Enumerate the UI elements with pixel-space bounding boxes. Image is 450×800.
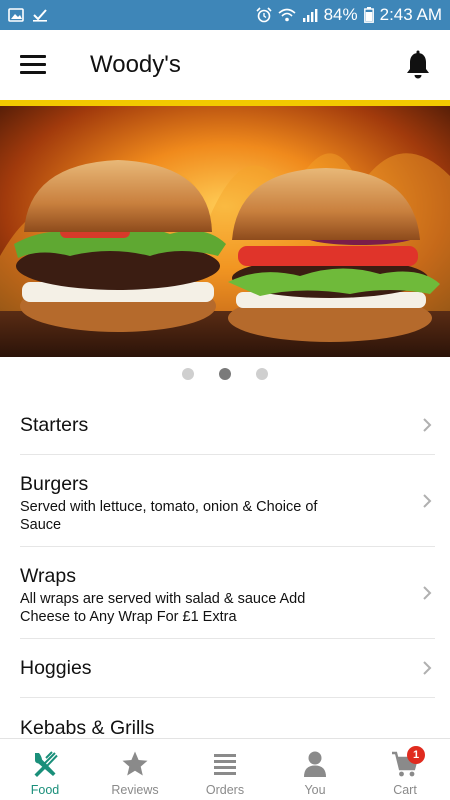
nav-label: Orders (205, 783, 245, 797)
nav-tab-reviews[interactable]: Reviews (90, 739, 180, 800)
nav-tab-orders[interactable]: Orders (180, 739, 270, 800)
menu-item-label: Hoggies (20, 657, 92, 679)
nav-label: Cart (393, 783, 417, 797)
list-icon (214, 754, 236, 775)
bell-icon[interactable] (404, 50, 432, 80)
menu-item-starters[interactable]: Starters (20, 396, 435, 455)
menu-item-hoggies[interactable]: Hoggies (20, 639, 435, 698)
nav-tab-you[interactable]: You (270, 739, 360, 800)
page-title: Woody's (90, 51, 181, 78)
fork-knife-icon (34, 751, 58, 777)
battery-icon (363, 7, 374, 23)
menu-item-label: Burgers (20, 473, 89, 495)
alarm-icon (256, 7, 272, 23)
chevron-right-icon (423, 493, 432, 508)
menu-item-description: All wraps are served with salad & sauce … (20, 591, 306, 625)
bottom-navigation: Food Reviews Orders You 1 Cart (0, 738, 450, 800)
nav-tab-food[interactable]: Food (0, 739, 90, 800)
wifi-icon (278, 8, 296, 22)
carousel-dot-2[interactable] (219, 368, 231, 380)
menu-item-label: Starters (20, 414, 89, 436)
carousel-dot-3[interactable] (256, 368, 268, 380)
person-icon (304, 751, 326, 777)
menu-item-description: Served with lettuce, tomato, onion & Cho… (20, 499, 318, 533)
carousel-pager (0, 368, 450, 384)
burger-image (0, 106, 450, 357)
menu-item-wraps[interactable]: Wraps All wraps are served with salad & … (20, 547, 435, 639)
nav-tab-cart[interactable]: 1 Cart (360, 739, 450, 800)
status-bar: 84% 2:43 AM (0, 0, 450, 30)
nav-label: You (304, 783, 326, 797)
signal-icon (302, 9, 317, 22)
star-icon (122, 751, 148, 776)
hero-banner[interactable] (0, 106, 450, 357)
carousel-dot-1[interactable] (182, 368, 194, 380)
nav-label: Reviews (111, 783, 159, 797)
menu-item-burgers[interactable]: Burgers Served with lettuce, tomato, oni… (20, 455, 435, 547)
battery-percent: 84% (323, 5, 358, 24)
menu-item-label: Kebabs & Grills (20, 717, 155, 739)
hamburger-icon[interactable] (20, 55, 48, 75)
chevron-right-icon (423, 418, 432, 432)
cart-count-badge: 1 (407, 746, 425, 764)
chevron-right-icon (423, 661, 432, 675)
menu-item-label: Wraps (20, 565, 76, 587)
status-time: 2:43 AM (379, 5, 442, 24)
menu-category-list: Starters Burgers Served with lettuce, to… (0, 396, 450, 748)
image-icon (8, 8, 24, 22)
check-icon (33, 9, 47, 22)
app-bar: Woody's (0, 30, 450, 100)
nav-label: Food (30, 783, 60, 797)
chevron-right-icon (423, 585, 432, 600)
